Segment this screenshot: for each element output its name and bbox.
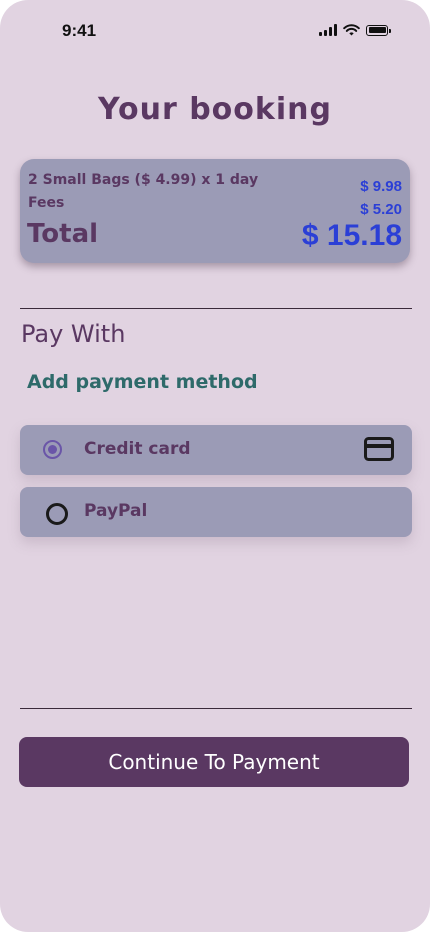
wifi-icon bbox=[343, 24, 360, 36]
status-bar: 9:41 bbox=[0, 0, 430, 62]
bags-line-label: 2 Small Bags ($ 4.99) x 1 day bbox=[28, 172, 259, 188]
total-price: $ 15.18 bbox=[301, 219, 402, 252]
pay-with-title: Pay With bbox=[21, 320, 126, 348]
add-payment-method-link[interactable]: Add payment method bbox=[27, 371, 258, 393]
cellular-signal-icon bbox=[319, 24, 337, 36]
radio-selected-icon[interactable] bbox=[43, 440, 62, 459]
radio-unselected-icon[interactable] bbox=[46, 503, 68, 525]
total-label: Total bbox=[27, 219, 99, 249]
status-time: 9:41 bbox=[62, 21, 97, 40]
credit-card-icon bbox=[364, 437, 394, 461]
divider-bottom bbox=[20, 708, 412, 709]
status-icons bbox=[319, 24, 391, 36]
battery-icon bbox=[366, 24, 391, 36]
fees-label: Fees bbox=[28, 195, 65, 211]
payment-option-paypal[interactable]: PayPal bbox=[20, 487, 412, 537]
payment-option-label: Credit card bbox=[84, 439, 191, 459]
payment-option-label: PayPal bbox=[84, 501, 148, 521]
bags-line-price: $ 9.98 bbox=[360, 178, 402, 195]
divider-top bbox=[20, 308, 412, 309]
continue-to-payment-button[interactable]: Continue To Payment bbox=[19, 737, 409, 787]
phone-screen: 9:41 Your booking 2 Small Bags ($ 4.99) … bbox=[0, 0, 430, 932]
fees-price: $ 5.20 bbox=[360, 201, 402, 218]
booking-summary-card: 2 Small Bags ($ 4.99) x 1 day $ 9.98 Fee… bbox=[20, 159, 410, 263]
page-title: Your booking bbox=[98, 92, 332, 127]
payment-option-credit-card[interactable]: Credit card bbox=[20, 425, 412, 475]
